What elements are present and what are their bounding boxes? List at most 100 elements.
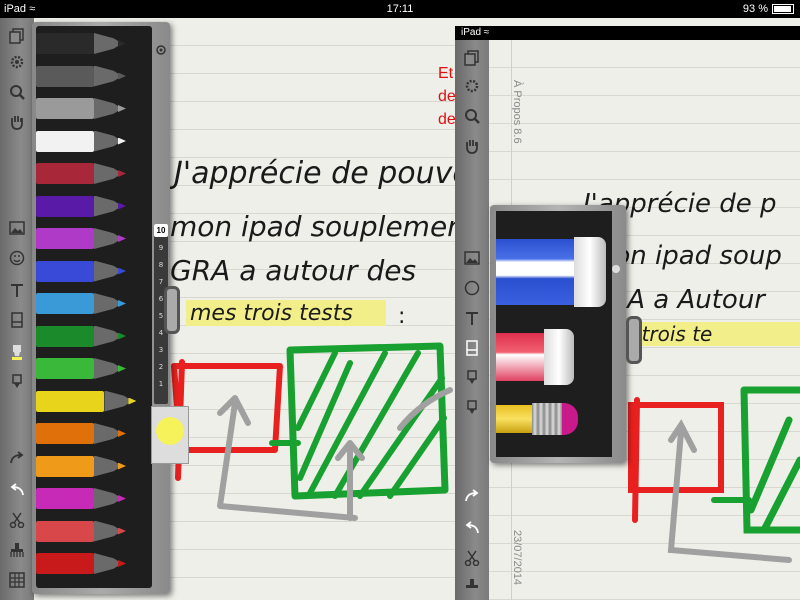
palette-hinge: [164, 286, 180, 334]
marker-nib: [118, 202, 126, 210]
scissors-icon[interactable]: [7, 510, 27, 530]
highlighter-icon[interactable]: [7, 342, 27, 362]
screen2-pages-icon[interactable]: [462, 48, 482, 68]
marker-tip: [94, 358, 122, 379]
marker-tip: [94, 293, 122, 314]
marker-light-orange[interactable]: [36, 455, 130, 478]
marker-tip: [94, 260, 122, 282]
marker-body: [36, 423, 94, 444]
marker-yellow[interactable]: [36, 390, 137, 413]
marker-light-blue[interactable]: [36, 292, 130, 315]
marker-tip: [94, 98, 122, 119]
screen2-hand-icon[interactable]: [462, 136, 482, 156]
marker-list: [36, 26, 152, 588]
settings-gear-icon[interactable]: [7, 52, 27, 72]
screen2-wifi-icon: ≈: [483, 27, 490, 38]
marker-palette: [32, 22, 170, 594]
screen2-redo-icon[interactable]: [462, 486, 482, 506]
screen2-zoom-icon[interactable]: [462, 106, 482, 126]
marker-gray[interactable]: [36, 97, 130, 120]
marker-tip: [94, 325, 122, 347]
screen2-highlighter-icon[interactable]: [462, 368, 482, 388]
screen2-scissors-icon[interactable]: [462, 548, 482, 568]
marker-body: [36, 163, 94, 184]
handwriting-line-3: GRA a autour des: [170, 254, 416, 287]
size-badge: 10: [154, 224, 168, 237]
screen2-image-icon[interactable]: [462, 248, 482, 268]
eraser-popover-knob: [612, 265, 620, 273]
screen2-emoji-icon[interactable]: [462, 278, 482, 298]
undo-icon[interactable]: [7, 480, 27, 500]
screen2-settings-gear-icon[interactable]: [462, 76, 482, 96]
screen2-undo-icon[interactable]: [462, 518, 482, 538]
marker-nib: [118, 365, 126, 372]
marker-nib: [118, 137, 126, 145]
marker-tip: [94, 455, 122, 477]
marker-black[interactable]: [36, 32, 130, 55]
marker-purple[interactable]: [36, 195, 130, 218]
marker-body: [36, 553, 94, 574]
marker-body: [36, 455, 94, 477]
marker-dark-gray[interactable]: [36, 65, 130, 88]
selected-color-swatch[interactable]: [151, 406, 189, 464]
marker-nib: [118, 235, 126, 242]
hand-icon[interactable]: [7, 112, 27, 132]
marker-body: [36, 65, 94, 87]
marker-nib: [118, 170, 126, 177]
marker-body: [36, 325, 94, 347]
marker-nib: [128, 397, 137, 405]
marker-body: [36, 358, 94, 379]
pages-icon[interactable]: [7, 26, 27, 46]
marker-violet[interactable]: [36, 227, 130, 250]
marker-tip: [94, 65, 122, 87]
marker-dark-green[interactable]: [36, 325, 130, 348]
selected-color-dot: [156, 417, 184, 445]
eraser-icon[interactable]: [7, 310, 27, 330]
marker-tip: [94, 553, 122, 574]
marker-nib: [118, 300, 126, 307]
marker-salmon[interactable]: [36, 520, 130, 543]
zoom-icon[interactable]: [7, 82, 27, 102]
marker-magenta[interactable]: [36, 487, 130, 510]
marker-tip: [104, 390, 133, 412]
marker-tip: [94, 33, 122, 54]
handwriting-colon: :: [398, 304, 405, 329]
marker-body: [36, 390, 105, 412]
clear-icon[interactable]: [7, 540, 27, 560]
screen2-clear-icon[interactable]: [462, 576, 482, 596]
status-time: 17:11: [386, 3, 414, 15]
red-text-line: de: [438, 88, 456, 105]
eraser-large[interactable]: [496, 237, 608, 307]
marker-red[interactable]: [36, 552, 130, 575]
status-bar: iPad ≈ 17:11 93 %: [0, 0, 800, 18]
redo-icon[interactable]: [7, 448, 27, 468]
marker-tip: [94, 520, 122, 542]
emoji-icon[interactable]: [7, 248, 27, 268]
marker-blue[interactable]: [36, 260, 130, 283]
eraser-medium[interactable]: [496, 329, 608, 385]
marker-orange[interactable]: [36, 422, 130, 445]
text-icon[interactable]: [7, 280, 27, 300]
palette-settings-icon[interactable]: [156, 42, 166, 60]
marker-crimson[interactable]: [36, 162, 130, 185]
marker-green[interactable]: [36, 357, 130, 380]
marker-tip: [94, 228, 122, 249]
marker-nib: [118, 72, 126, 80]
screen2-marker-icon[interactable]: [462, 398, 482, 418]
eraser-pencil[interactable]: [496, 399, 608, 439]
screen2-text-icon[interactable]: [462, 308, 482, 328]
marker-white[interactable]: [36, 130, 130, 153]
screen2-eraser-icon[interactable]: [462, 338, 482, 358]
marker-nib: [118, 430, 126, 437]
image-icon[interactable]: [7, 218, 27, 238]
marker-tip: [94, 195, 122, 217]
marker-icon[interactable]: [7, 372, 27, 392]
grid-icon[interactable]: [7, 570, 27, 590]
handwriting-line-1: J'apprécie de pouvoir é: [169, 156, 460, 191]
marker-tip: [94, 423, 122, 444]
red-text-line: de: [438, 111, 456, 128]
marker-body: [36, 488, 94, 509]
ruler-tick-label: 2: [158, 363, 164, 371]
marker-nib: [118, 527, 126, 535]
marker-nib: [118, 332, 126, 340]
